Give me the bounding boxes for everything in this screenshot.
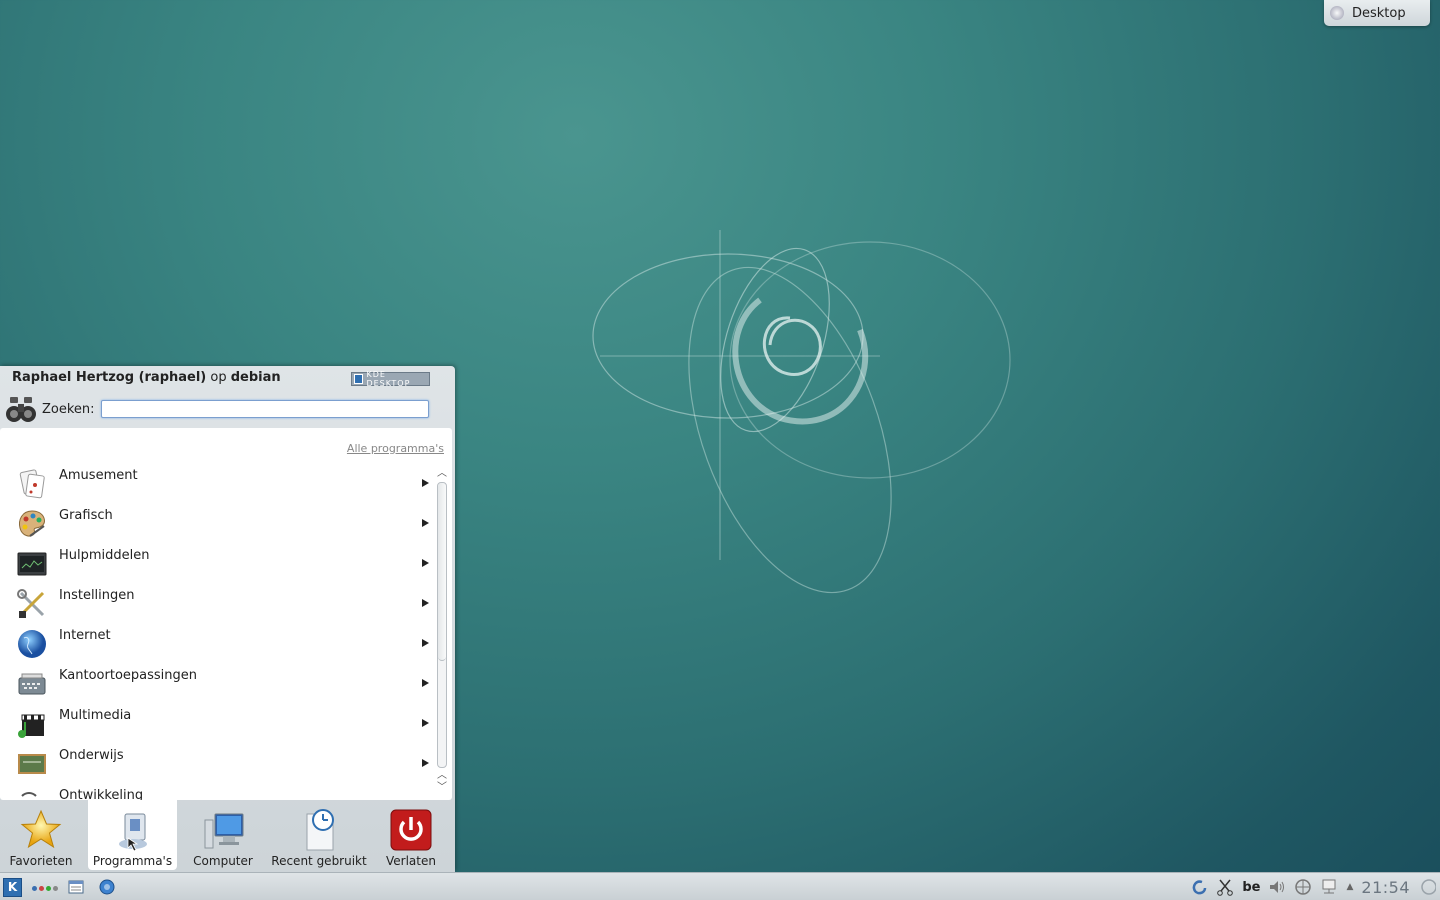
scroll-thumb[interactable]	[438, 483, 446, 661]
host-name: debian	[230, 370, 281, 385]
klipper-scissors-icon[interactable]	[1216, 878, 1234, 896]
submenu-arrow-icon	[422, 479, 429, 487]
applications-list-panel: Alle programma's Amusement Grafisch Hulp…	[0, 428, 452, 800]
web-browser-icon[interactable]	[99, 879, 115, 895]
menu-item-kantoortoepassingen[interactable]: Kantoortoepassingen	[14, 664, 429, 704]
tab-label: Verlaten	[386, 854, 436, 868]
typewriter-icon	[18, 673, 46, 695]
volume-icon[interactable]	[1268, 878, 1286, 896]
menu-item-label: Internet	[59, 628, 111, 643]
menu-item-grafisch[interactable]: Grafisch	[14, 504, 429, 544]
star-icon	[20, 809, 62, 849]
file-manager-icon[interactable]	[68, 879, 84, 895]
applications-icon	[118, 813, 147, 852]
desktop-pager[interactable]	[32, 886, 58, 891]
pager-desktop-4[interactable]	[53, 886, 58, 891]
clapper-icon	[18, 714, 45, 738]
pager-desktop-1[interactable]	[32, 886, 37, 891]
tab-label: Recent gebruikt	[271, 854, 367, 868]
tab-programmas[interactable]: Programma's	[88, 800, 177, 870]
list-scrollbar[interactable]: ︿ ︿ ﹀	[435, 468, 449, 794]
tab-favorieten[interactable]: Favorieten	[2, 800, 80, 870]
search-input[interactable]	[101, 400, 429, 418]
menu-item-label: Kantoortoepassingen	[59, 668, 198, 683]
palette-icon	[19, 510, 45, 537]
tab-computer[interactable]: Computer	[184, 800, 262, 870]
panel-toolbox-icon[interactable]	[1418, 878, 1436, 896]
update-notifier-icon[interactable]	[1294, 878, 1312, 896]
chalkboard-icon	[18, 754, 46, 774]
menu-item-amusement[interactable]: Amusement	[14, 464, 429, 504]
tab-recent-gebruikt[interactable]: Recent gebruikt	[268, 800, 370, 870]
globe-icon	[18, 630, 46, 658]
breadcrumb-all-applications[interactable]: Alle programma's	[347, 442, 444, 455]
scroll-down-icon[interactable]: ﹀	[435, 782, 449, 794]
user-name: Raphael Hertzog (raphael)	[12, 370, 207, 385]
binoculars-icon	[4, 394, 38, 424]
kde-logo-icon	[354, 374, 364, 384]
search-label: Zoeken:	[42, 401, 95, 417]
desktop-toolbox[interactable]: Desktop	[1324, 0, 1430, 26]
kickoff-tabs: Favorieten Programma's Computer Recent g…	[0, 800, 455, 872]
taskbar-panel: K be ▲ 21:54	[0, 872, 1440, 900]
cards-icon	[19, 469, 45, 499]
tray-expand-arrow-icon[interactable]: ▲	[1346, 882, 1353, 892]
network-icon[interactable]	[1320, 878, 1338, 896]
menu-item-label: Instellingen	[59, 588, 135, 603]
dev-icon	[21, 792, 37, 797]
kde-launcher-icon: K	[7, 880, 18, 894]
menu-item-internet[interactable]: Internet	[14, 624, 429, 664]
submenu-arrow-icon	[422, 599, 429, 607]
tab-label: Favorieten	[9, 854, 73, 868]
pager-desktop-2[interactable]	[39, 886, 44, 891]
desktop-toolbox-label: Desktop	[1352, 5, 1406, 21]
menu-item-ontwikkeling[interactable]: Ontwikkeling	[14, 784, 429, 800]
menu-item-label: Amusement	[59, 468, 138, 483]
keyboard-layout-indicator[interactable]: be	[1242, 880, 1260, 895]
menu-item-instellingen[interactable]: Instellingen	[14, 584, 429, 624]
menu-item-label: Multimedia	[59, 708, 132, 723]
submenu-arrow-icon	[422, 679, 429, 687]
power-icon	[390, 809, 432, 851]
scroll-track[interactable]	[437, 482, 447, 768]
menu-item-hulpmiddelen[interactable]: Hulpmiddelen	[14, 544, 429, 584]
kickoff-launcher-button[interactable]: K	[3, 878, 22, 897]
tools-icon	[17, 589, 45, 618]
header-op: op	[210, 370, 227, 385]
menu-item-multimedia[interactable]: Multimedia	[14, 704, 429, 744]
submenu-arrow-icon	[422, 719, 429, 727]
menu-item-label: Hulpmiddelen	[59, 548, 150, 563]
scroll-up-icon[interactable]: ︿	[435, 468, 449, 480]
pager-desktop-3[interactable]	[46, 886, 51, 891]
tab-label: Computer	[193, 854, 253, 868]
kde-logo-text: KDE DESKTOP	[366, 370, 411, 388]
system-tray: be ▲ 21:54	[1190, 873, 1440, 900]
submenu-arrow-icon	[422, 639, 429, 647]
submenu-arrow-icon	[422, 759, 429, 767]
tab-verlaten[interactable]: Verlaten	[376, 800, 446, 870]
submenu-arrow-icon	[422, 559, 429, 567]
menu-item-label: Ontwikkeling	[59, 788, 144, 800]
terminal-icon	[17, 552, 47, 576]
computer-icon	[204, 813, 244, 849]
debian-swirl-icon[interactable]	[1190, 878, 1208, 896]
menu-item-label: Grafisch	[59, 508, 113, 523]
kickoff-menu: Raphael Hertzog (raphael) op debian KDE …	[0, 366, 455, 872]
menu-item-label: Onderwijs	[59, 748, 124, 763]
submenu-arrow-icon	[422, 519, 429, 527]
menu-item-onderwijs[interactable]: Onderwijs	[14, 744, 429, 784]
plasma-toolbox-icon	[1330, 6, 1344, 20]
search-row: Zoeken:	[4, 394, 95, 424]
kde-desktop-logo: KDE DESKTOP	[351, 370, 430, 388]
tab-label: Programma's	[92, 854, 173, 868]
scroll-up-lower-icon[interactable]: ︿	[435, 770, 449, 782]
digital-clock[interactable]: 21:54	[1361, 878, 1410, 897]
recent-icon	[306, 809, 334, 851]
